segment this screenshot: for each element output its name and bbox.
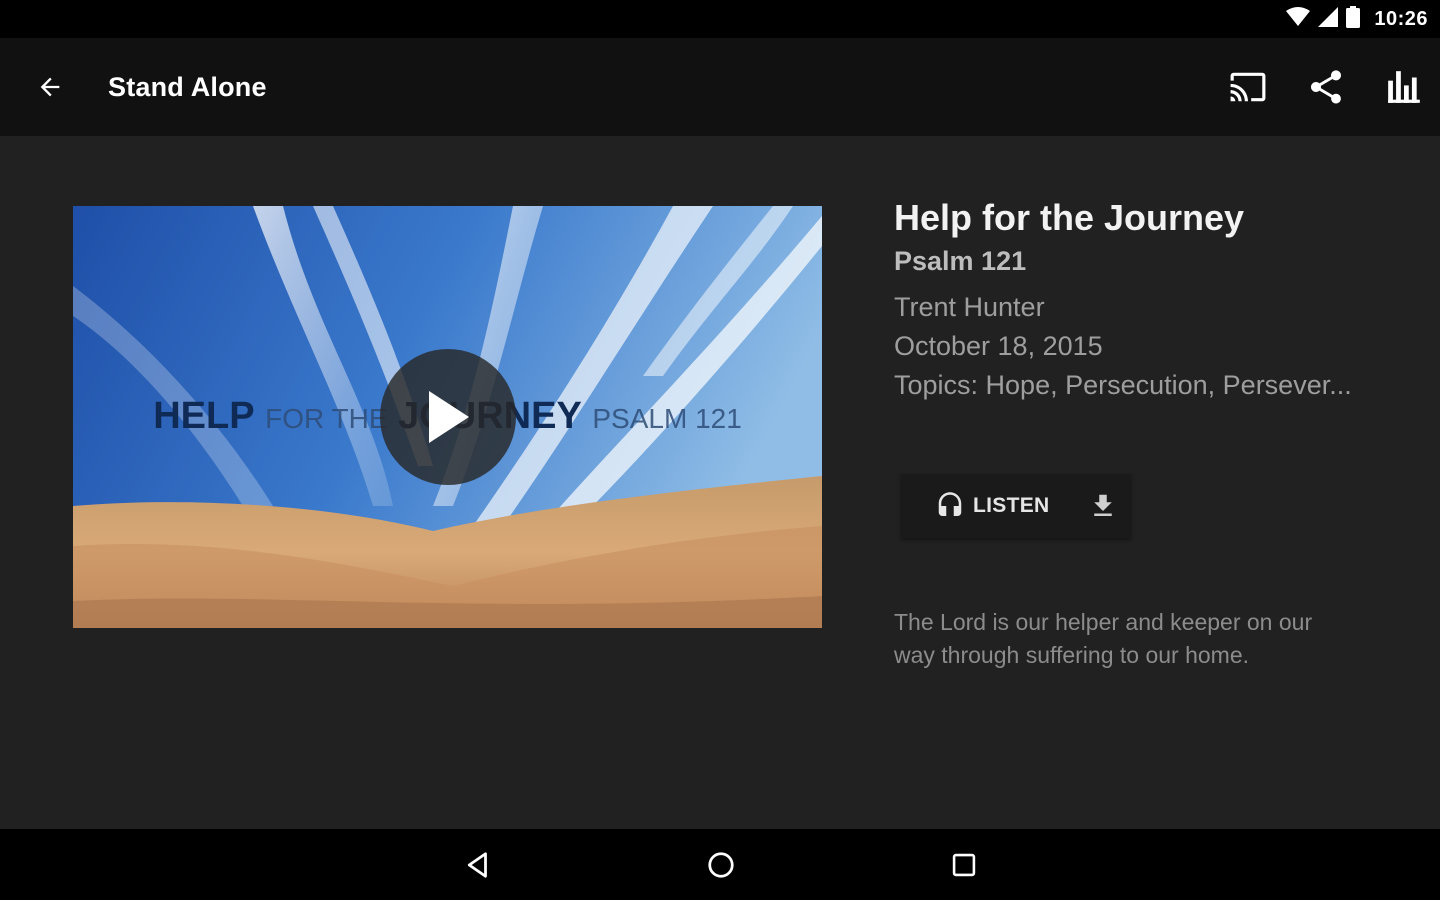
share-button[interactable] bbox=[1302, 63, 1350, 111]
content-area: HELP FOR THE JOURNEY PSALM 121 Help for … bbox=[0, 136, 1440, 829]
play-button[interactable] bbox=[380, 349, 516, 485]
download-button[interactable] bbox=[1075, 474, 1131, 538]
nav-recents-button[interactable] bbox=[939, 840, 989, 890]
nav-home-button[interactable] bbox=[696, 840, 746, 890]
headphones-icon bbox=[938, 492, 962, 516]
stats-button[interactable] bbox=[1380, 63, 1428, 111]
home-circle-icon bbox=[708, 852, 734, 878]
wifi-icon bbox=[1286, 6, 1311, 32]
share-icon bbox=[1311, 70, 1341, 104]
back-button[interactable] bbox=[26, 63, 74, 111]
stats-icon bbox=[1388, 71, 1420, 103]
video-player[interactable]: HELP FOR THE JOURNEY PSALM 121 bbox=[73, 206, 822, 628]
listen-button[interactable]: LISTEN bbox=[901, 474, 1067, 538]
sermon-scripture: Psalm 121 bbox=[894, 246, 1027, 276]
listen-label: LISTEN bbox=[973, 494, 1050, 517]
back-arrow-icon bbox=[40, 77, 60, 97]
sermon-topics: Topics: Hope, Persecution, Persever... bbox=[894, 370, 1352, 400]
status-time: 10:26 bbox=[1374, 7, 1428, 30]
cast-icon bbox=[1230, 72, 1266, 102]
sermon-speaker: Trent Hunter bbox=[894, 292, 1045, 322]
page-title: Stand Alone bbox=[108, 71, 267, 102]
overlay-word-for-the: FOR THE bbox=[265, 403, 388, 434]
sermon-date: October 18, 2015 bbox=[894, 331, 1103, 361]
listen-action-group: LISTEN bbox=[901, 474, 1131, 538]
recents-square-icon bbox=[952, 853, 976, 877]
system-nav-bar bbox=[0, 829, 1440, 900]
app-bar: Stand Alone bbox=[0, 38, 1440, 136]
play-icon bbox=[429, 391, 469, 443]
overlay-word-help: HELP bbox=[153, 395, 255, 437]
download-icon bbox=[1094, 494, 1112, 516]
back-triangle-icon bbox=[467, 852, 487, 878]
sermon-title: Help for the Journey bbox=[894, 197, 1245, 238]
status-bar: 10:26 bbox=[0, 0, 1440, 38]
cast-button[interactable] bbox=[1224, 63, 1272, 111]
sermon-description: The Lord is our helper and keeper on our… bbox=[894, 609, 1313, 668]
battery-icon bbox=[1346, 5, 1361, 33]
cell-signal-icon bbox=[1318, 6, 1339, 32]
overlay-word-psalm: PSALM 121 bbox=[592, 403, 742, 434]
app-actions bbox=[1224, 63, 1440, 111]
nav-back-button[interactable] bbox=[453, 840, 503, 890]
sermon-details: Help for the Journey Psalm 121 Trent Hun… bbox=[894, 196, 1394, 405]
status-icons: 10:26 bbox=[1286, 5, 1428, 33]
